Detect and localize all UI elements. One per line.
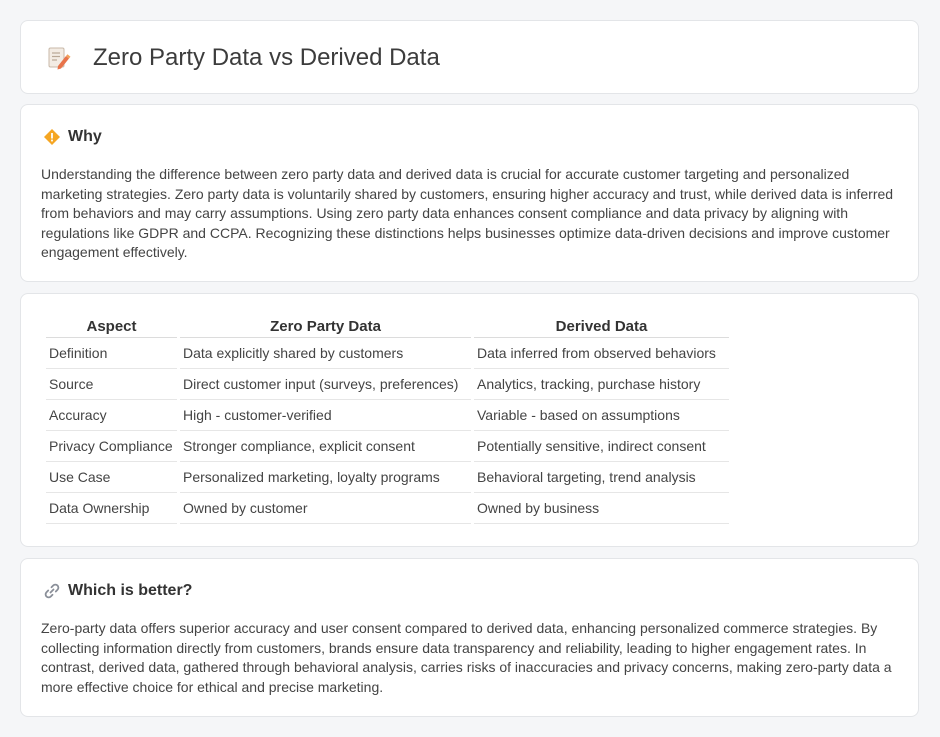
why-card: Why Understanding the difference between… — [20, 104, 919, 282]
table-row: Accuracy High - customer-verified Variab… — [46, 400, 729, 431]
comparison-card: Aspect Zero Party Data Derived Data Defi… — [20, 293, 919, 547]
cell-derived: Owned by business — [474, 493, 729, 524]
title-card: Zero Party Data vs Derived Data — [20, 20, 919, 94]
cell-derived: Data inferred from observed behaviors — [474, 338, 729, 369]
cell-zero-party: High - customer-verified — [180, 400, 471, 431]
better-heading: Which is better? — [68, 582, 193, 599]
table-row: Definition Data explicitly shared by cus… — [46, 338, 729, 369]
table-row: Data Ownership Owned by customer Owned b… — [46, 493, 729, 524]
table-row: Privacy Compliance Stronger compliance, … — [46, 431, 729, 462]
title-row: Zero Party Data vs Derived Data — [45, 44, 440, 72]
table-row: Use Case Personalized marketing, loyalty… — [46, 462, 729, 493]
cell-derived: Potentially sensitive, indirect consent — [474, 431, 729, 462]
cell-aspect: Accuracy — [46, 400, 177, 431]
cell-aspect: Use Case — [46, 462, 177, 493]
cell-aspect: Privacy Compliance — [46, 431, 177, 462]
cell-aspect: Data Ownership — [46, 493, 177, 524]
header-aspect: Aspect — [46, 316, 177, 338]
table-row: Source Direct customer input (surveys, p… — [46, 369, 729, 400]
cell-zero-party: Data explicitly shared by customers — [180, 338, 471, 369]
page-title: Zero Party Data vs Derived Data — [93, 44, 440, 71]
why-text: Understanding the difference between zer… — [41, 166, 894, 260]
better-text: Zero-party data offers superior accuracy… — [41, 620, 892, 695]
cell-zero-party: Stronger compliance, explicit consent — [180, 431, 471, 462]
cell-zero-party: Personalized marketing, loyalty programs — [180, 462, 471, 493]
cell-aspect: Definition — [46, 338, 177, 369]
warning-diamond-icon — [43, 128, 61, 146]
table-header-row: Aspect Zero Party Data Derived Data — [46, 316, 729, 338]
header-zero-party-data: Zero Party Data — [180, 316, 471, 338]
comparison-table: Aspect Zero Party Data Derived Data Defi… — [43, 316, 732, 524]
header-derived-data: Derived Data — [474, 316, 729, 338]
document-pencil-icon — [45, 45, 71, 71]
link-icon — [43, 582, 61, 600]
better-heading-row: Which is better? — [43, 582, 192, 600]
cell-derived: Behavioral targeting, trend analysis — [474, 462, 729, 493]
why-heading: Why — [68, 128, 102, 145]
cell-aspect: Source — [46, 369, 177, 400]
cell-derived: Analytics, tracking, purchase history — [474, 369, 729, 400]
cell-zero-party: Direct customer input (surveys, preferen… — [180, 369, 471, 400]
cell-zero-party: Owned by customer — [180, 493, 471, 524]
which-is-better-card: Which is better? Zero-party data offers … — [20, 558, 919, 717]
cell-derived: Variable - based on assumptions — [474, 400, 729, 431]
why-heading-row: Why — [43, 128, 102, 146]
